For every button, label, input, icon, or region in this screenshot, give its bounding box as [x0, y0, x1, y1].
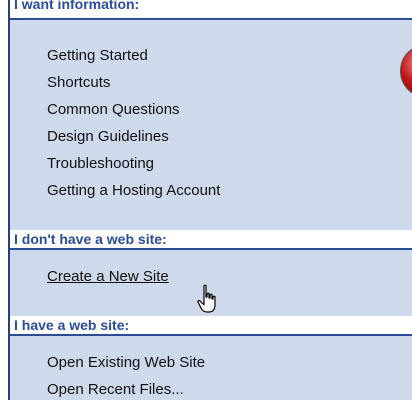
link-shortcuts[interactable]: Shortcuts — [47, 69, 220, 96]
link-open-existing-site[interactable]: Open Existing Web Site — [47, 349, 205, 376]
section-header-information: I want information: — [10, 0, 412, 20]
link-getting-started[interactable]: Getting Started — [47, 42, 220, 69]
section-header-no-site: I don't have a web site: — [10, 230, 412, 250]
section-header-have-site: I have a web site: — [10, 316, 412, 336]
link-open-recent-files[interactable]: Open Recent Files... — [47, 376, 205, 400]
link-create-new-site[interactable]: Create a New Site — [47, 263, 169, 290]
no-site-list: Create a New Site — [47, 263, 169, 290]
link-hosting-account[interactable]: Getting a Hosting Account — [47, 177, 220, 204]
section-header-label: I have a web site: — [14, 317, 130, 333]
hand-pointer-icon — [197, 284, 216, 313]
have-site-list: Open Existing Web Site Open Recent Files… — [47, 349, 205, 400]
section-header-label: I want information: — [14, 0, 140, 12]
section-header-label: I don't have a web site: — [14, 231, 167, 247]
link-common-questions[interactable]: Common Questions — [47, 96, 220, 123]
information-list: Getting Started Shortcuts Common Questio… — [47, 42, 220, 204]
start-panel: I want information: Getting Started Shor… — [8, 0, 412, 400]
link-design-guidelines[interactable]: Design Guidelines — [47, 123, 220, 150]
link-troubleshooting[interactable]: Troubleshooting — [47, 150, 220, 177]
red-orb-icon — [400, 44, 412, 98]
